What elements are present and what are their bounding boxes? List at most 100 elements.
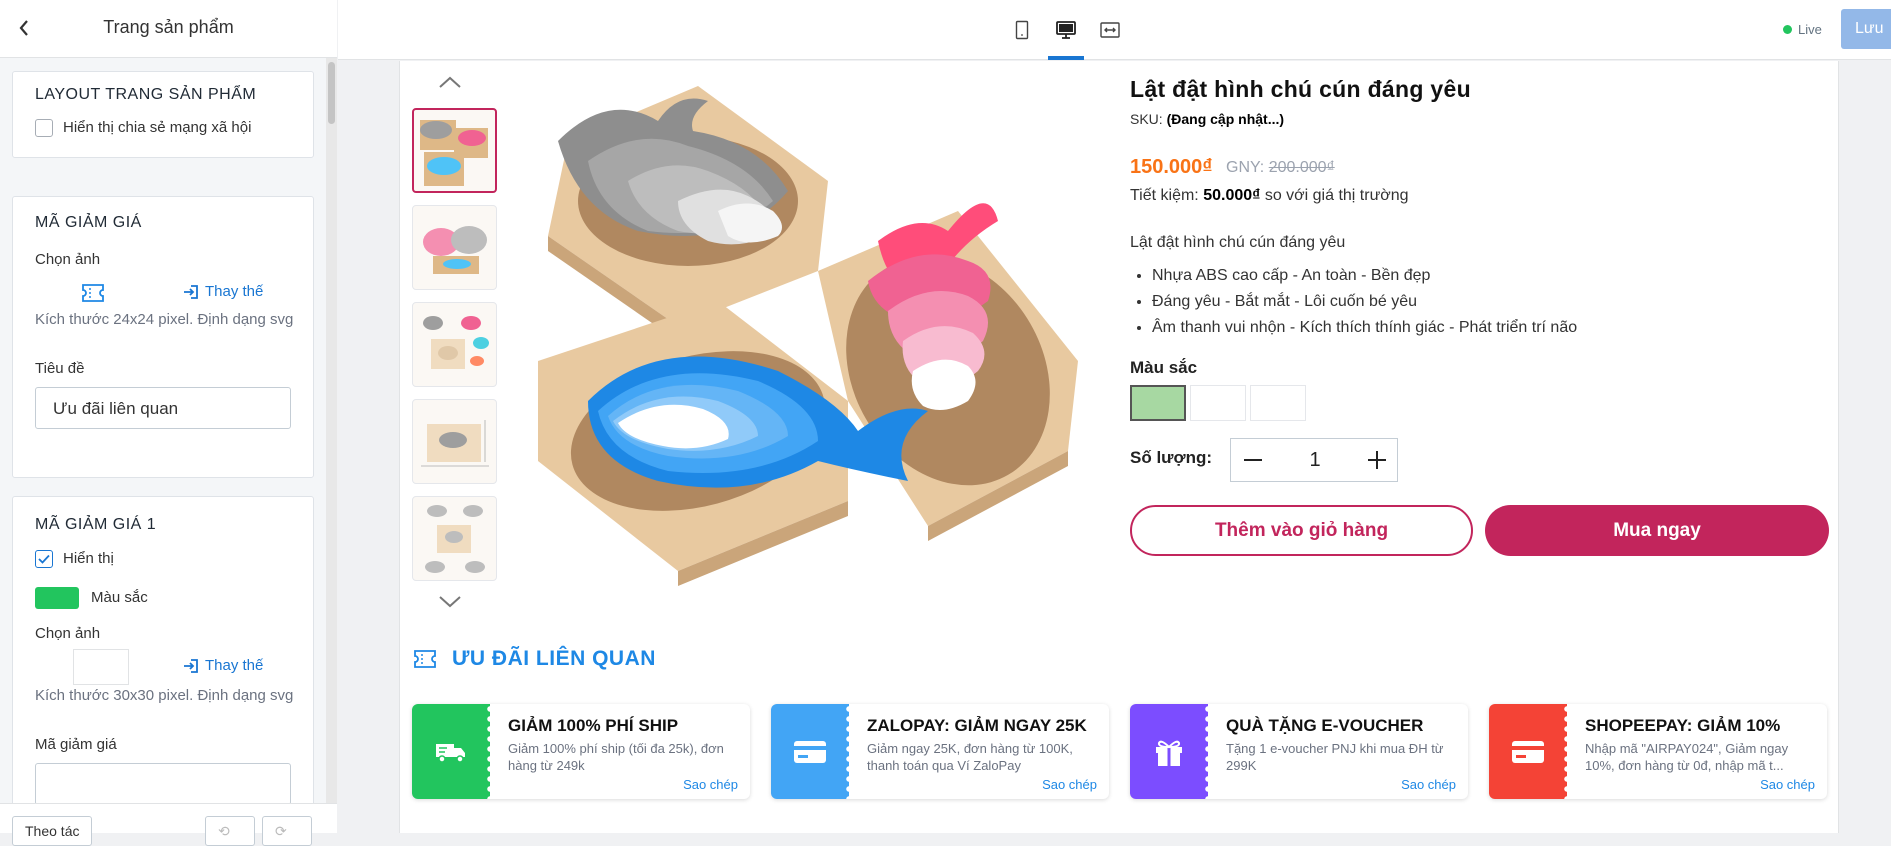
undo-button[interactable]: ⟲ — [205, 816, 255, 846]
voucher-title: QUÀ TẶNG E-VOUCHER — [1226, 716, 1424, 735]
color-option[interactable] — [1190, 385, 1246, 421]
buy-now-button[interactable]: Mua ngay — [1485, 505, 1829, 556]
check-icon — [38, 554, 50, 564]
decrease-quantity-button[interactable] — [1231, 439, 1275, 481]
voucher-title: GIẢM 100% PHÍ SHIP — [508, 716, 679, 735]
voucher-title: SHOPEEPAY: GIẢM 10% — [1585, 716, 1781, 735]
savings-text: Tiết kiệm: 50.000₫ so với giá thị trường — [1130, 187, 1409, 205]
theme-action-button[interactable]: Theo tác — [12, 816, 93, 846]
product-thumbnail[interactable] — [412, 302, 497, 387]
settings-sidebar: Trang sản phẩm LAYOUT TRANG SẢN PHẨM Hiể… — [0, 0, 337, 846]
truck-icon — [436, 743, 465, 763]
voucher-card: SHOPEEPAY: GIẢM 10% Nhập mã "AIRPAY024",… — [1489, 704, 1827, 799]
coupon-1-image-preview — [73, 649, 129, 685]
sku-label: SKU: — [1130, 111, 1163, 127]
sidebar-header: Trang sản phẩm — [0, 0, 337, 58]
replace-image-button[interactable]: Thay thế — [183, 657, 263, 674]
live-dot-icon — [1783, 25, 1792, 34]
thumb-down-button[interactable] — [436, 592, 464, 612]
product-sku: SKU: (Đang cập nhật...) — [1130, 111, 1284, 127]
coupon-card: MÃ GIẢM GIÁ Chọn ảnh Thay thế Kích thước… — [12, 196, 314, 478]
sidebar-scrollbar[interactable] — [326, 58, 337, 803]
sidebar-title: Trang sản phẩm — [103, 17, 234, 37]
color-option-selected[interactable] — [1130, 385, 1186, 421]
coupon-image-preview — [65, 275, 121, 311]
minus-icon — [1244, 459, 1262, 461]
save-label: Tiết kiệm: — [1130, 187, 1199, 204]
product-thumbnail[interactable] — [412, 496, 497, 581]
color-label: Màu sắc — [91, 589, 148, 606]
layout-card-title: LAYOUT TRANG SẢN PHẨM — [35, 86, 257, 103]
gift-icon — [1156, 740, 1182, 766]
market-price: GNY: 200.000₫ — [1226, 159, 1335, 177]
gny-label: GNY: — [1226, 159, 1265, 176]
voucher-description: Tặng 1 e-voucher PNJ khi mua ĐH từ 299K — [1226, 741, 1444, 773]
heading-label: Tiêu đề — [35, 360, 85, 377]
sidebar-scroll-area[interactable]: LAYOUT TRANG SẢN PHẨM Hiển thị chia sẻ m… — [0, 58, 326, 803]
preview-canvas: Lật đật hình chú cún đáng yêu SKU: (Đang… — [399, 61, 1839, 833]
coupon-1-card: MÃ GIẢM GIÁ 1 Hiển thị Màu sắc Chọn ảnh … — [12, 496, 314, 803]
choose-image-label: Chọn ảnh — [35, 251, 101, 268]
sidebar-footer: Theo tác ⟲ ⟳ — [0, 803, 337, 846]
voucher-title: ZALOPAY: GIẢM NGAY 25K — [867, 716, 1087, 735]
ticket-icon — [414, 650, 436, 668]
chevron-up-icon — [439, 76, 461, 88]
code-input[interactable] — [35, 763, 291, 803]
product-thumbnail[interactable] — [412, 205, 497, 290]
copy-code-link[interactable]: Sao chép — [1042, 777, 1097, 792]
copy-code-link[interactable]: Sao chép — [1760, 777, 1815, 792]
chevron-down-icon — [439, 596, 461, 608]
voucher-icon-area — [771, 704, 853, 799]
thumbnail-image — [420, 120, 488, 186]
copy-code-link[interactable]: Sao chép — [1401, 777, 1456, 792]
replace-icon — [184, 658, 198, 673]
quantity-label: Số lượng: — [1130, 448, 1212, 467]
desktop-view-button[interactable] — [1054, 18, 1078, 42]
color-swatch[interactable] — [35, 587, 79, 609]
thumb-up-button[interactable] — [436, 72, 464, 92]
share-checkbox-label: Hiển thị chia sẻ mạng xã hội — [63, 119, 252, 136]
active-view-indicator — [1048, 56, 1084, 60]
share-checkbox[interactable] — [35, 119, 53, 137]
thumbnail-image — [421, 420, 489, 467]
save-button[interactable]: Lưu — [1841, 9, 1891, 49]
mobile-icon — [1015, 20, 1029, 40]
choose-image-label: Chọn ảnh — [35, 625, 101, 642]
redo-button[interactable]: ⟳ — [262, 816, 312, 846]
voucher-icon-area — [412, 704, 494, 799]
coupon-card-title: MÃ GIẢM GIÁ — [35, 214, 142, 231]
mobile-view-button[interactable] — [1010, 18, 1034, 42]
save-amount: 50.000₫ — [1203, 187, 1261, 204]
expand-horizontal-icon — [1100, 22, 1120, 38]
old-price: 200.000₫ — [1268, 159, 1335, 176]
feature-item: Nhựa ABS cao cấp - An toàn - Bền đẹp — [1152, 263, 1577, 289]
voucher-card: QUÀ TẶNG E-VOUCHER Tặng 1 e-voucher PNJ … — [1130, 704, 1468, 799]
heading-input[interactable]: Ưu đãi liên quan — [35, 387, 291, 429]
replace-image-button[interactable]: Thay thế — [183, 283, 263, 300]
color-option[interactable] — [1250, 385, 1306, 421]
voucher-icon-area — [1489, 704, 1571, 799]
product-thumbnail[interactable] — [412, 108, 497, 193]
product-title: Lật đật hình chú cún đáng yêu — [1130, 76, 1471, 102]
copy-code-link[interactable]: Sao chép — [683, 777, 738, 792]
voucher-description: Nhập mã "AIRPAY024", Giảm ngay 10%, đơn … — [1585, 741, 1789, 773]
fullwidth-view-button[interactable] — [1098, 18, 1122, 42]
desktop-icon — [1056, 21, 1076, 39]
quantity-input[interactable]: 1 — [1275, 439, 1355, 481]
product-thumbnail[interactable] — [412, 399, 497, 484]
voucher-card: ZALOPAY: GIẢM NGAY 25K Giảm ngay 25K, đơ… — [771, 704, 1109, 799]
voucher-icon-area — [1130, 704, 1212, 799]
replace-label: Thay thế — [205, 657, 264, 674]
feature-item: Âm thanh vui nhộn - Kích thích thính giá… — [1152, 315, 1577, 341]
thumbnail-image — [423, 226, 487, 274]
quantity-stepper: 1 — [1230, 438, 1398, 482]
show-checkbox[interactable] — [35, 550, 53, 568]
increase-quantity-button[interactable] — [1355, 439, 1399, 481]
color-label: Màu sắc — [1130, 358, 1198, 377]
product-main-image[interactable] — [518, 71, 1118, 631]
add-to-cart-button[interactable]: Thêm vào giỏ hàng — [1130, 505, 1473, 556]
scrollbar-thumb[interactable] — [328, 62, 335, 124]
card-icon — [794, 740, 826, 763]
feature-list: Nhựa ABS cao cấp - An toàn - Bền đẹp Đán… — [1152, 263, 1577, 341]
replace-label: Thay thế — [205, 283, 264, 300]
